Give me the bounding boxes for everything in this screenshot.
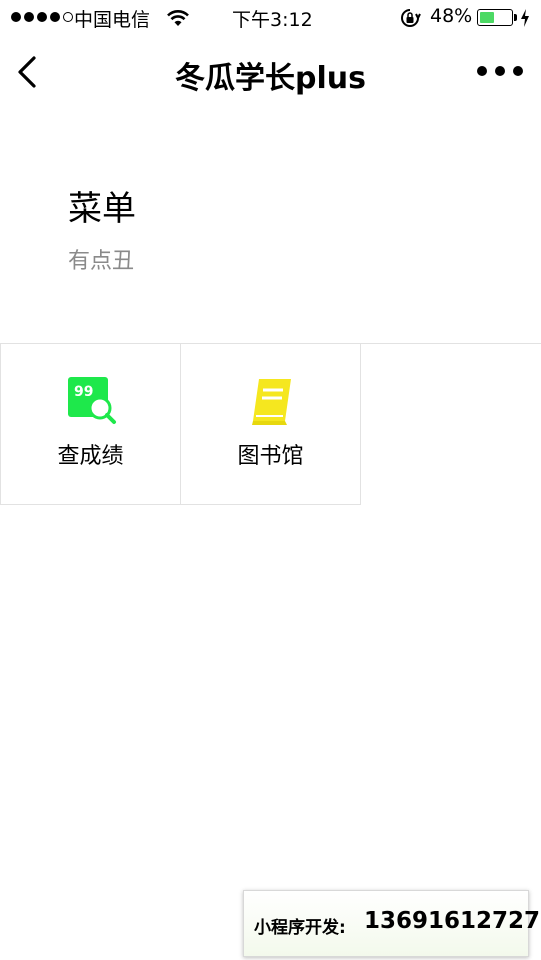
page-title: 冬瓜学长plus — [175, 61, 366, 96]
menu-item-library[interactable]: 图书馆 — [180, 343, 361, 505]
menu-subtitle: 有点丑 — [68, 249, 135, 274]
book-icon — [245, 376, 297, 428]
signal-strength-icon — [11, 12, 73, 22]
developer-contact-badge[interactable]: 小程序开发: 13691612727 — [243, 890, 540, 957]
navigation-bar: 冬瓜学长plus — [0, 36, 541, 108]
developer-phone: 13691612727 — [364, 908, 541, 934]
more-options-button[interactable] — [474, 60, 526, 82]
menu-item-label: 图书馆 — [237, 444, 304, 469]
carrier-name: 中国电信 — [74, 9, 151, 31]
battery-icon — [477, 9, 513, 26]
rotation-lock-icon — [399, 8, 421, 33]
menu-item-score[interactable]: 99 查成绩 — [0, 343, 180, 505]
status-bar: 中国电信 下午3:12 48% — [0, 0, 541, 36]
svg-text:99: 99 — [74, 384, 93, 400]
battery-level-fill — [480, 12, 494, 23]
battery-percent: 48% — [430, 5, 473, 27]
menu-item-label: 查成绩 — [57, 444, 124, 469]
developer-label: 小程序开发: — [254, 918, 346, 938]
more-dots-icon — [477, 66, 523, 76]
menu-grid: 99 查成绩 图书馆 — [0, 343, 541, 505]
wifi-icon — [166, 8, 190, 33]
clock: 下午3:12 — [232, 9, 313, 31]
charging-bolt-icon — [520, 8, 530, 33]
score-search-icon: 99 — [65, 376, 117, 428]
menu-heading: 菜单 — [68, 189, 136, 229]
